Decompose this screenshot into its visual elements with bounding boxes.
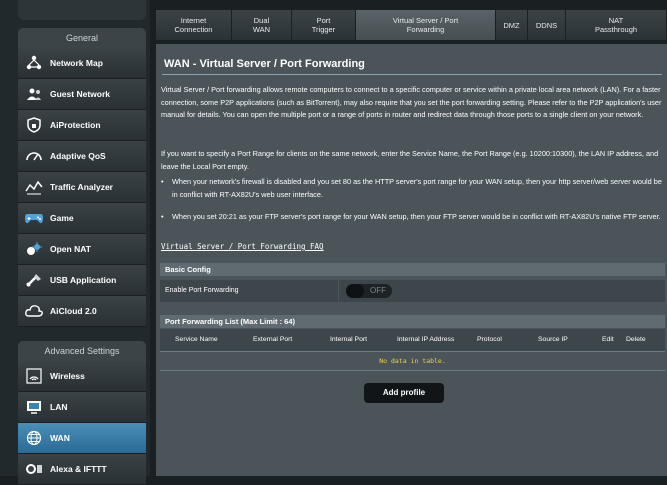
enable-port-forwarding-row: Enable Port Forwarding OFF [160,280,665,302]
enable-port-forwarding-label: Enable Port Forwarding [165,287,239,294]
shield-icon [24,115,44,135]
open-nat-icon [24,239,44,259]
bullet-mark: • [161,177,164,186]
sidebar-item-adaptive-qos[interactable]: Adaptive QoS [18,141,146,172]
sidebar-item-label: USB Application [50,275,117,285]
usb-icon [24,270,44,290]
bullet-mark: • [161,212,164,221]
tab-label: Trigger [311,25,336,34]
sidebar-item-lan[interactable]: LAN [18,392,146,423]
tab-port-trigger[interactable]: Port Trigger [292,10,356,40]
page-title: WAN - Virtual Server / Port Forwarding [164,58,365,70]
tab-internet-connection[interactable]: Internet Connection [156,10,232,40]
title-divider [162,74,662,75]
tab-bar: Internet Connection Dual WAN Port Trigger V… [156,10,667,40]
sidebar-item-label: Network Map [50,58,103,68]
description-paragraph: Virtual Server / Port forwarding allows … [161,85,662,120]
main-panel: WAN - Virtual Server / Port Forwarding V… [156,44,667,476]
bullet-text: When you set 20:21 as your FTP server's … [172,212,661,221]
column-header-service-name: Service Name [175,336,218,343]
sidebar-item-label: Traffic Analyzer [50,182,113,192]
sidebar-item-game[interactable]: Game [18,203,146,234]
sidebar-item-wireless[interactable]: Wireless [18,361,146,392]
sidebar-item-aiprotection[interactable]: AiProtection [18,110,146,141]
tab-dmz[interactable]: DMZ [496,10,528,40]
sidebar-item-guest-network[interactable]: Guest Network [18,79,146,110]
table-empty-row: No data in table. [160,351,665,371]
tab-label: WAN [252,25,271,34]
wan-globe-icon [24,428,44,448]
sidebar-item-label: Wireless [50,371,85,381]
tab-dual-wan[interactable]: Dual WAN [232,10,292,40]
tab-label: Dual [253,16,270,25]
tab-ddns[interactable]: DDNS [528,10,566,40]
sidebar-item-label: Guest Network [50,89,110,99]
tab-label: Connection [174,25,213,34]
network-map-icon [24,53,44,73]
sidebar-item-label: Alexa & IFTTT [50,464,107,474]
sidebar-item-usb-application[interactable]: USB Application [18,265,146,296]
toggle-knob [346,284,364,298]
column-header-delete: Delete [626,336,646,343]
traffic-analyzer-icon [24,177,44,197]
column-header-source-ip: Source IP [538,336,568,343]
tab-label: Internet [180,16,207,25]
no-data-message: No data in table. [379,357,446,365]
sidebar-item-wan[interactable]: WAN [18,423,146,454]
column-header-internal-port: Internal Port [330,336,368,343]
sidebar-item-label: Open NAT [50,244,91,254]
lan-icon [24,397,44,417]
tab-label: Port [316,16,331,25]
sidebar-general-header: General [18,28,146,48]
sidebar-item-network-map[interactable]: Network Map [18,48,146,79]
port-list-header: Port Forwarding List (Max Limit : 64) [160,315,665,328]
gamepad-icon [24,208,44,228]
add-profile-button[interactable]: Add profile [364,383,444,403]
column-header-internal-ip: Internal IP Address [397,336,455,343]
http-conflict-note: • When your network's firewall is disabl… [161,176,665,201]
column-header-edit: Edit [602,336,614,343]
sidebar-item-open-nat[interactable]: Open NAT [18,234,146,265]
tab-label: DMZ [503,20,520,30]
tab-virtual-server-port-forwarding[interactable]: Virtual Server / Port Forwarding [356,10,496,40]
sidebar-item-label: AiProtection [50,120,101,130]
tab-label: Virtual Server / Port [392,16,459,25]
faq-link[interactable]: Virtual Server / Port Forwarding FAQ [161,242,324,251]
cloud-icon [24,301,44,321]
sidebar-item-label: LAN [50,402,68,412]
sidebar-item-label: WAN [50,433,70,443]
column-header-protocol: Protocol [477,336,502,343]
tab-label: Passthrough [594,25,638,34]
sidebar-item-alexa-ifttt[interactable]: Alexa & IFTTT [18,454,146,485]
alexa-ifttt-icon [24,459,44,479]
tab-label: NAT [608,16,624,25]
sidebar-item-label: Game [50,213,74,223]
port-forwarding-toggle[interactable]: OFF [346,284,392,298]
column-header-external-port: External Port [253,336,293,343]
row-divider [338,280,339,302]
bullet-text: When your network's firewall is disabled… [172,177,662,199]
wireless-icon [24,366,44,386]
sidebar-item-label: Adaptive QoS [50,151,106,161]
tab-label: Forwarding [406,25,445,34]
sidebar-item-aicloud[interactable]: AiCloud 2.0 [18,296,146,327]
qos-gauge-icon [24,146,44,166]
sidebar-item-traffic-analyzer[interactable]: Traffic Analyzer [18,172,146,203]
sidebar-advanced-header: Advanced Settings [18,341,146,361]
port-range-instruction: If you want to specify a Port Range for … [161,149,659,171]
sidebar: General Network Map Guest Network AiProt… [0,0,150,485]
ftp-conflict-note: • When you set 20:21 as your FTP server'… [161,211,665,224]
table-header-row: Service Name External Port Internal Port… [160,329,665,351]
guest-network-icon [24,84,44,104]
sidebar-top-cap [18,0,146,20]
sidebar-item-label: AiCloud 2.0 [50,306,97,316]
basic-config-header: Basic Config [160,263,665,276]
tab-nat-passthrough[interactable]: NAT Passthrough [566,10,667,40]
tab-label: DDNS [535,20,558,30]
toggle-state-label: OFF [370,286,386,295]
